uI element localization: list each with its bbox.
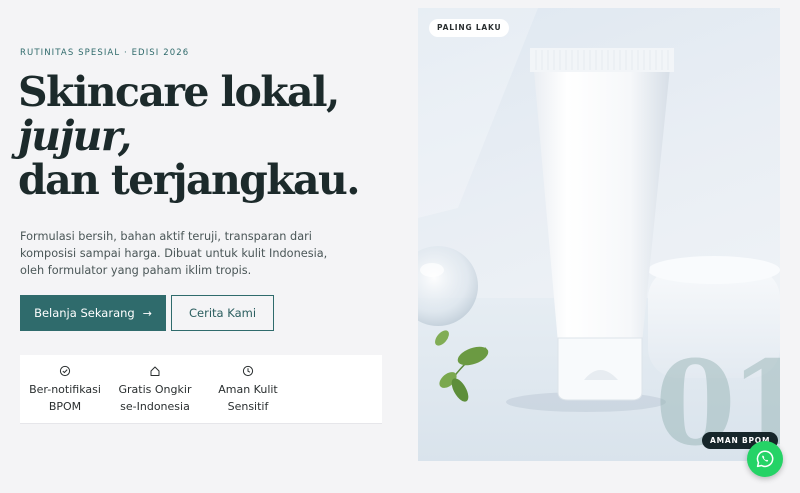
feature-item: Gratis Ongkir se-Indonesia <box>110 365 200 415</box>
feature-line-2: BPOM <box>48 400 82 413</box>
feature-strip: Ber-notifikasi BPOM Gratis Ongkir se-Ind… <box>20 355 382 424</box>
clock-icon <box>203 365 293 379</box>
our-story-button[interactable]: Cerita Kami <box>171 295 274 331</box>
feature-line-1: Aman Kulit <box>218 383 278 396</box>
headline-line-2: jujur, <box>18 112 132 160</box>
feature-line-1: Gratis Ongkir <box>118 383 192 396</box>
our-story-label: Cerita Kami <box>188 306 257 320</box>
whatsapp-button[interactable] <box>747 441 783 477</box>
check-circle-icon <box>20 365 110 379</box>
feature-item: Ber-notifikasi BPOM <box>20 365 110 415</box>
eyebrow: RUTINITAS SPESIAL · EDISI 2026 <box>20 48 190 58</box>
arrow-right-icon: → <box>142 306 152 320</box>
feature-line-2: Sensitif <box>227 400 269 413</box>
feature-line-2: se-Indonesia <box>120 400 190 413</box>
home-icon <box>110 365 200 379</box>
shop-now-label: Belanja Sekarang <box>34 306 135 320</box>
whatsapp-icon <box>756 450 774 468</box>
lead-paragraph: Formulasi bersih, bahan aktif teruji, tr… <box>20 230 328 277</box>
headline: Skincare lokal, jujur, dan terjangkau. <box>18 68 360 204</box>
shop-now-button[interactable]: Belanja Sekarang → <box>20 295 166 331</box>
bestseller-badge: PALING LAKU <box>429 19 510 37</box>
headline-line-1: Skincare lokal, <box>18 68 340 116</box>
feature-line-1: Ber-notifikasi <box>29 383 101 396</box>
headline-line-3: dan terjangkau. <box>18 156 360 204</box>
feature-item: Aman Kulit Sensitif <box>203 365 293 415</box>
